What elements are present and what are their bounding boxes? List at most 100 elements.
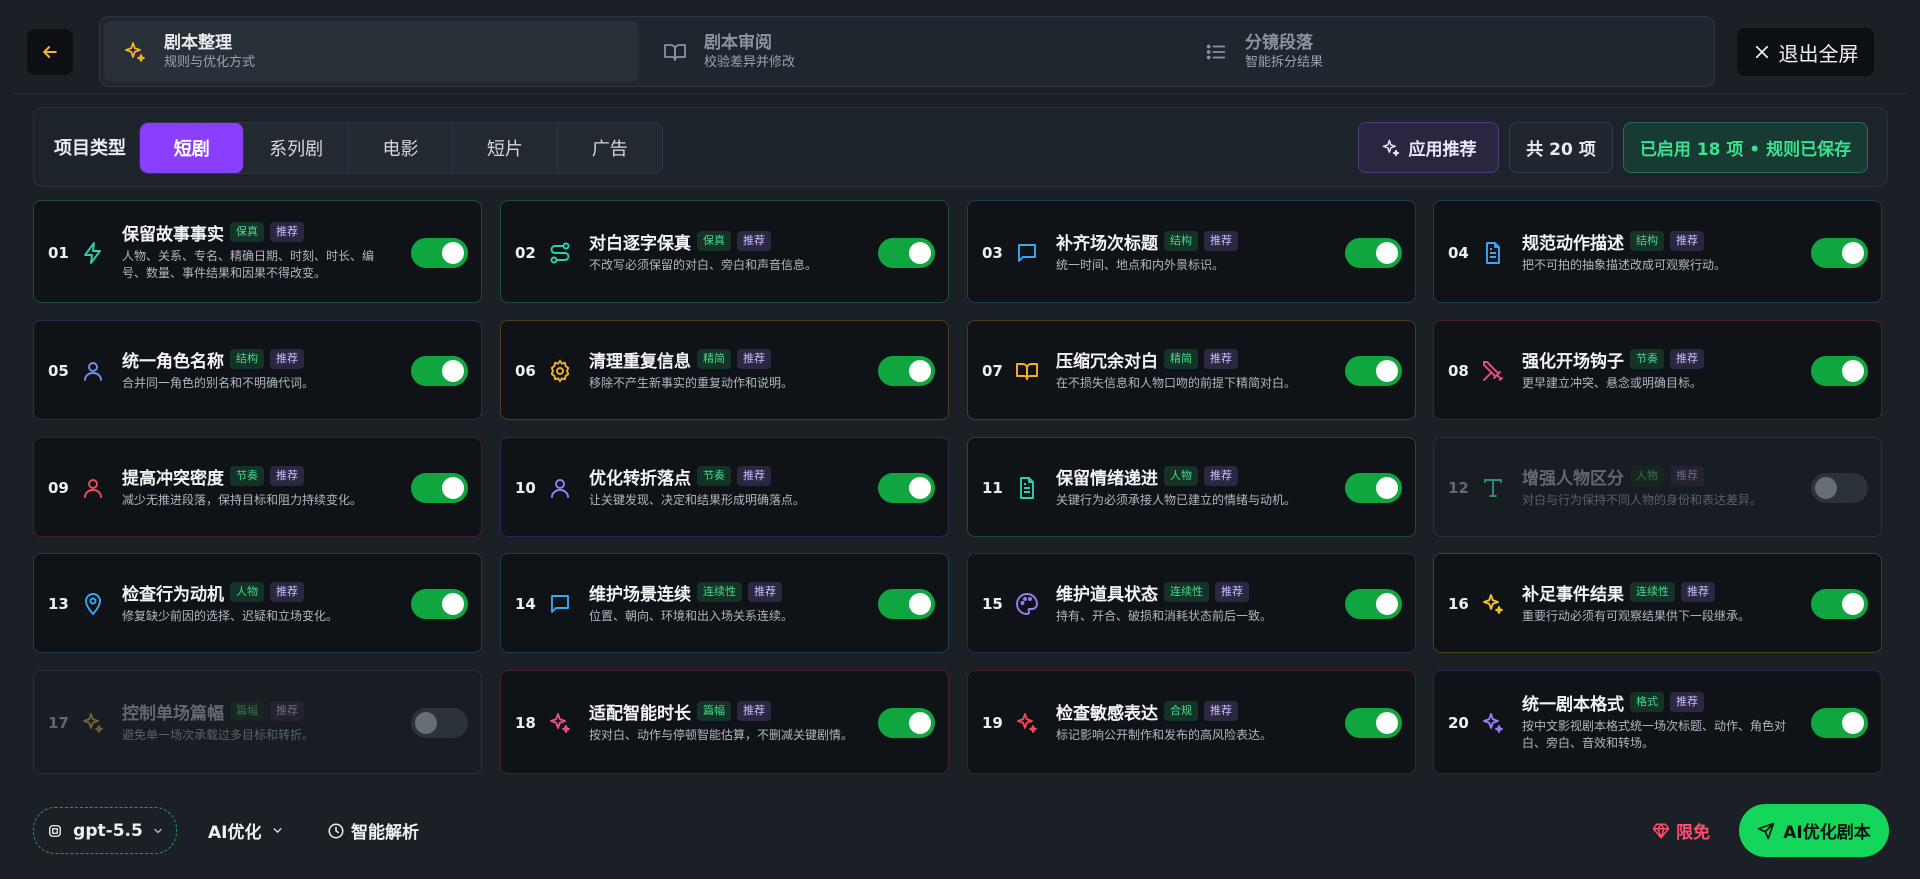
rule-card[interactable]: 15 维护道具状态 连续性 推荐 持有、开合、破损和消耗状态前后一致。 <box>967 553 1416 653</box>
rule-card[interactable]: 01 保留故事事实 保真 推荐 人物、关系、专名、精确日期、时刻、时长、编号、数… <box>33 200 482 303</box>
rule-title: 统一角色名称 <box>122 351 224 372</box>
rule-category-tag: 人物 <box>1164 466 1198 486</box>
back-button[interactable] <box>27 29 73 75</box>
apply-recommend-button[interactable]: 应用推荐 <box>1358 122 1499 173</box>
rule-toggle[interactable] <box>878 238 935 268</box>
type-icon <box>1480 475 1506 501</box>
rule-card[interactable]: 19 检查敏感表达 合规 推荐 标记影响公开制作和发布的高风险表达。 <box>967 670 1416 774</box>
type-option-series[interactable]: 系列剧 <box>244 123 349 173</box>
rule-description: 位置、朝向、环境和出入场关系连续。 <box>589 609 794 623</box>
zap-icon <box>80 240 106 266</box>
rule-toggle[interactable] <box>1811 356 1868 386</box>
sparkles-icon <box>1014 710 1040 736</box>
ai-optimize-script-button[interactable]: AI优化剧本 <box>1739 804 1889 857</box>
recommended-tag: 推荐 <box>737 466 771 486</box>
rule-toggle[interactable] <box>878 473 935 503</box>
type-option-ad[interactable]: 广告 <box>558 123 662 173</box>
rule-description: 按对白、动作与停顿智能估算，不删减关键剧情。 <box>589 728 854 742</box>
rule-card[interactable]: 20 统一剧本格式 格式 推荐 按中文影视剧本格式统一场次标题、动作、角色对白、… <box>1433 670 1882 774</box>
rule-card[interactable]: 03 补齐场次标题 结构 推荐 统一时间、地点和内外景标识。 <box>967 200 1416 303</box>
rule-description: 持有、开合、破损和消耗状态前后一致。 <box>1056 609 1273 623</box>
rule-toggle[interactable] <box>1811 708 1868 738</box>
type-option-movie[interactable]: 电影 <box>349 123 454 173</box>
step-script-organize[interactable]: 剧本整理 规则与优化方式 <box>104 21 639 82</box>
step-script-review[interactable]: 剧本审阅 校验差异并修改 <box>644 21 1184 82</box>
rule-description: 合并同一角色的别名和不明确代词。 <box>122 376 315 390</box>
rule-toggle[interactable] <box>878 356 935 386</box>
rule-card[interactable]: 11 保留情绪递进 人物 推荐 关键行为必须承接人物已建立的情绪与动机。 <box>967 437 1416 537</box>
rule-card[interactable]: 05 统一角色名称 结构 推荐 合并同一角色的别名和不明确代词。 <box>33 320 482 420</box>
book-icon <box>1014 358 1040 384</box>
recommended-tag: 推荐 <box>1670 466 1704 486</box>
recommended-tag: 推荐 <box>748 582 782 602</box>
type-option-short-drama[interactable]: 短剧 <box>140 123 245 173</box>
rule-toggle[interactable] <box>411 473 468 503</box>
rule-toggle[interactable] <box>878 589 935 619</box>
route-icon <box>547 240 573 266</box>
rule-title: 补足事件结果 <box>1522 584 1624 605</box>
exit-fullscreen-button[interactable]: 退出全屏 <box>1737 28 1874 76</box>
rule-toggle[interactable] <box>1811 238 1868 268</box>
rule-description: 不改写必须保留的对白、旁白和声音信息。 <box>589 258 818 272</box>
rule-card[interactable]: 17 控制单场篇幅 篇幅 推荐 避免单一场次承载过多目标和转折。 <box>33 670 482 774</box>
rule-card[interactable]: 10 优化转折落点 节奏 推荐 让关键发现、决定和结果形成明确落点。 <box>500 437 949 537</box>
rule-toggle[interactable] <box>1345 473 1402 503</box>
smart-parse-button[interactable]: 智能解析 <box>327 818 419 843</box>
rule-toggle[interactable] <box>411 708 468 738</box>
toggle-knob <box>1376 242 1398 264</box>
rule-category-tag: 节奏 <box>1630 349 1664 369</box>
rule-title: 提高冲突密度 <box>122 468 224 489</box>
rule-toggle[interactable] <box>411 238 468 268</box>
step-storyboard[interactable]: 分镜段落 智能拆分结果 <box>1185 21 1710 82</box>
rule-card[interactable]: 04 规范动作描述 结构 推荐 把不可拍的抽象描述改成可观察行动。 <box>1433 200 1882 303</box>
rule-card[interactable]: 02 对白逐字保真 保真 推荐 不改写必须保留的对白、旁白和声音信息。 <box>500 200 949 303</box>
recommended-tag: 推荐 <box>1204 701 1238 721</box>
rule-number: 11 <box>982 479 1003 497</box>
rule-toggle[interactable] <box>1345 589 1402 619</box>
rule-card[interactable]: 16 补足事件结果 连续性 推荐 重要行动必须有可观察结果供下一段继承。 <box>1433 553 1882 653</box>
rule-category-tag: 篇幅 <box>697 701 731 721</box>
model-name: gpt-5.5 <box>73 820 143 841</box>
rule-toggle[interactable] <box>1345 708 1402 738</box>
exit-label: 退出全屏 <box>1778 41 1859 66</box>
rule-card[interactable]: 06 清理重复信息 精简 推荐 移除不产生新事实的重复动作和说明。 <box>500 320 949 420</box>
recommended-tag: 推荐 <box>1215 582 1249 602</box>
recommended-tag: 推荐 <box>1681 582 1715 602</box>
sparkles-icon <box>1382 139 1399 156</box>
rule-number: 08 <box>1448 362 1469 380</box>
rule-count: 共 20 项 <box>1509 122 1613 173</box>
rule-number: 13 <box>48 595 69 613</box>
rule-category-tag: 人物 <box>1630 466 1664 486</box>
rule-card[interactable]: 14 维护场景连续 连续性 推荐 位置、朝向、环境和出入场关系连续。 <box>500 553 949 653</box>
mode-selector[interactable]: AI优化 <box>208 818 284 843</box>
rule-number: 16 <box>1448 595 1469 613</box>
rule-toggle[interactable] <box>411 589 468 619</box>
user-icon <box>547 475 573 501</box>
rule-category-tag: 人物 <box>230 582 264 602</box>
type-option-short-film[interactable]: 短片 <box>453 123 558 173</box>
rule-card[interactable]: 12 增强人物区分 人物 推荐 对白与行为保持不同人物的身份和表达差异。 <box>1433 437 1882 537</box>
rule-number: 09 <box>48 479 69 497</box>
rule-toggle[interactable] <box>1811 473 1868 503</box>
recommended-tag: 推荐 <box>737 701 771 721</box>
rule-card[interactable]: 18 适配智能时长 篇幅 推荐 按对白、动作与停顿智能估算，不删减关键剧情。 <box>500 670 949 774</box>
rule-toggle[interactable] <box>411 356 468 386</box>
model-selector[interactable]: gpt-5.5 <box>33 807 177 854</box>
rule-card[interactable]: 09 提高冲突密度 节奏 推荐 减少无推进段落，保持目标和阻力持续变化。 <box>33 437 482 537</box>
rule-category-tag: 篇幅 <box>230 701 264 721</box>
rule-category-tag: 结构 <box>230 349 264 369</box>
rule-title: 保留情绪递进 <box>1056 468 1158 489</box>
rule-number: 12 <box>1448 479 1469 497</box>
rule-card[interactable]: 07 压缩冗余对白 精简 推荐 在不损失信息和人物口吻的前提下精简对白。 <box>967 320 1416 420</box>
rule-toggle[interactable] <box>1345 238 1402 268</box>
map-pin-icon <box>80 591 106 617</box>
recommended-tag: 推荐 <box>1204 466 1238 486</box>
rule-toggle[interactable] <box>1345 356 1402 386</box>
rule-description: 关键行为必须承接人物已建立的情绪与动机。 <box>1056 493 1297 507</box>
rule-card[interactable]: 13 检查行为动机 人物 推荐 修复缺少前因的选择、迟疑和立场变化。 <box>33 553 482 653</box>
step-subtitle: 智能拆分结果 <box>1245 54 1324 70</box>
rule-category-tag: 合规 <box>1164 701 1198 721</box>
rule-card[interactable]: 08 强化开场钩子 节奏 推荐 更早建立冲突、悬念或明确目标。 <box>1433 320 1882 420</box>
rule-toggle[interactable] <box>1811 589 1868 619</box>
rule-toggle[interactable] <box>878 708 935 738</box>
